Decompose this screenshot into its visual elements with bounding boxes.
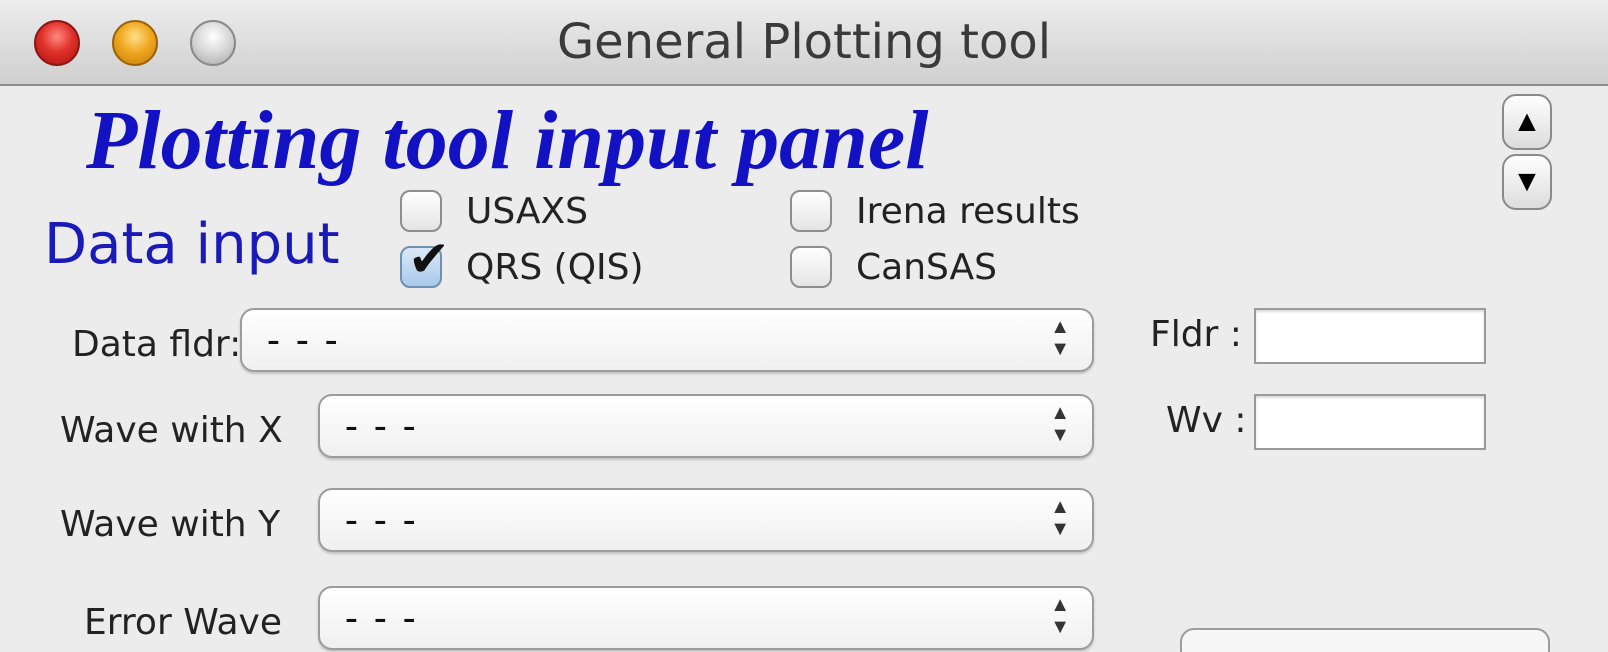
- checkmark-icon: ✔: [408, 230, 450, 288]
- wave-x-value: ---: [340, 404, 427, 448]
- checkbox-usaxs-label: USAXS: [466, 190, 589, 232]
- checkbox-qrs-box[interactable]: ✔: [400, 234, 450, 288]
- checkbox-cansas[interactable]: CanSAS: [790, 246, 997, 288]
- plotting-tool-window: General Plotting tool Plotting tool inpu…: [0, 0, 1608, 652]
- checkbox-irena-results-box[interactable]: [790, 190, 832, 232]
- scroll-up-button[interactable]: ▲: [1502, 94, 1552, 150]
- wave-y-value: ---: [340, 498, 427, 542]
- title-bar[interactable]: General Plotting tool: [0, 0, 1608, 86]
- wave-y-label: Wave with Y: [60, 504, 281, 545]
- error-wave-value: ---: [340, 596, 427, 640]
- checkbox-irena-results[interactable]: Irena results: [790, 190, 1080, 232]
- arrow-up-icon: ▲: [1512, 105, 1542, 138]
- wave-y-popup[interactable]: --- ▲ ▼: [318, 488, 1094, 552]
- popup-arrows-icon: ▲ ▼: [1050, 316, 1070, 360]
- window-title: General Plotting tool: [556, 14, 1052, 70]
- fldr-filter-input[interactable]: [1254, 308, 1486, 364]
- checkbox-usaxs-box[interactable]: [400, 190, 442, 232]
- popup-arrows-icon: ▲ ▼: [1050, 496, 1070, 540]
- fldr-filter-label: Fldr :: [1150, 314, 1242, 355]
- checkbox-qrs[interactable]: ✔ QRS (QIS): [400, 234, 644, 288]
- data-fldr-popup[interactable]: --- ▲ ▼: [240, 308, 1094, 372]
- checkbox-usaxs[interactable]: USAXS: [400, 190, 588, 232]
- wave-x-popup[interactable]: --- ▲ ▼: [318, 394, 1094, 458]
- error-wave-label: Error Wave: [84, 602, 282, 643]
- checkbox-cansas-label: CanSAS: [856, 246, 998, 288]
- popup-arrows-icon: ▲ ▼: [1050, 594, 1070, 638]
- wv-filter-label: Wv :: [1166, 400, 1247, 441]
- panel-heading: Plotting tool input panel: [86, 94, 929, 187]
- scroll-down-button[interactable]: ▼: [1502, 154, 1552, 210]
- checkbox-qrs-label: QRS (QIS): [466, 246, 644, 288]
- data-fldr-value: ---: [262, 318, 349, 362]
- wv-filter-input[interactable]: [1254, 394, 1486, 450]
- error-wave-popup[interactable]: --- ▲ ▼: [318, 586, 1094, 650]
- checkbox-irena-results-label: Irena results: [856, 190, 1080, 232]
- checkbox-cansas-box[interactable]: [790, 246, 832, 288]
- popup-arrows-icon: ▲ ▼: [1050, 402, 1070, 446]
- arrow-down-icon: ▼: [1512, 165, 1542, 198]
- wave-x-label: Wave with X: [60, 410, 283, 451]
- partial-control[interactable]: [1180, 628, 1550, 652]
- data-fldr-label: Data fldr:: [72, 324, 242, 365]
- data-input-label: Data input: [44, 212, 340, 277]
